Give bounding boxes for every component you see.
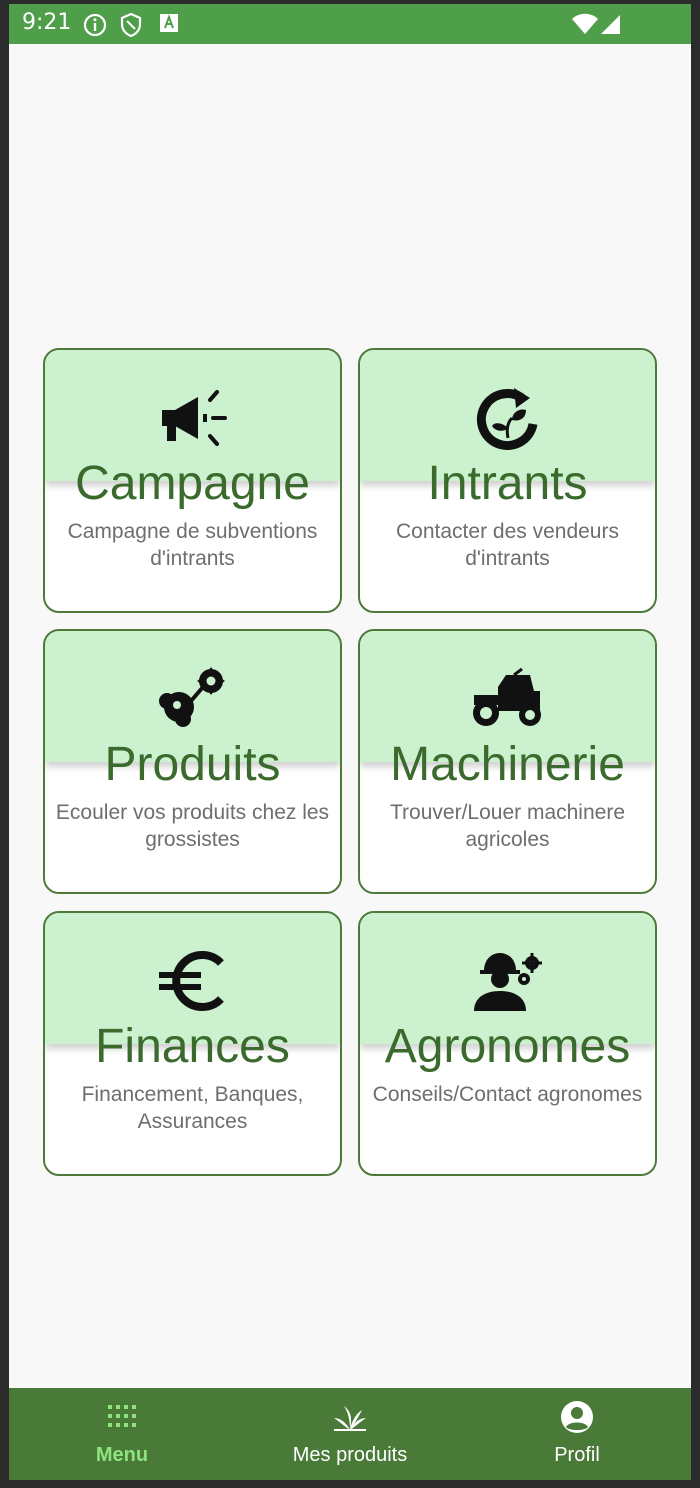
status-time: 9:21 <box>22 10 72 35</box>
card-campagne[interactable]: Campagne Campagne de subventions d'intra… <box>43 348 342 613</box>
card-title: Finances <box>95 1020 290 1073</box>
produce-icon <box>158 667 225 727</box>
card-title: Campagne <box>75 457 310 510</box>
nav-label: Menu <box>95 1444 149 1466</box>
grid-icon <box>108 1405 136 1427</box>
profile-icon <box>561 1401 593 1433</box>
card-machinerie[interactable]: Machinerie Trouver/Louer machinere agric… <box>358 629 657 894</box>
agronomist-icon <box>473 953 542 1011</box>
card-description: Conseils/Contact agronomes <box>372 1083 643 1106</box>
card-title: Agronomes <box>384 1020 631 1073</box>
status-bar: 9:21 <box>9 4 691 44</box>
euro-icon <box>158 951 224 1011</box>
font-a-icon <box>160 14 178 32</box>
card-title: Machinerie <box>390 738 625 791</box>
nav-label: Profil <box>554 1444 600 1466</box>
card-description: Campagne de subventions d'intrants <box>67 520 318 570</box>
info-icon <box>83 13 107 37</box>
card-title: Intrants <box>427 457 588 510</box>
recycle-plant-icon <box>476 388 537 450</box>
card-title: Produits <box>104 738 281 791</box>
bottom-navigation: Menu Mes produits Profil <box>9 1388 691 1480</box>
card-description: Trouver/Louer machinere agricoles <box>390 801 625 851</box>
card-description: Ecouler vos produits chez les grossistes <box>55 801 330 851</box>
tractor-icon <box>472 667 541 726</box>
signal-icon <box>601 15 620 34</box>
app-screen: 9:21 Campagne Campagne de subventions d'… <box>9 4 691 1480</box>
card-intrants[interactable]: Intrants Contacter des vendeurs d'intran… <box>358 348 657 613</box>
wifi-icon <box>572 13 598 34</box>
card-description: Financement, Banques, Assurances <box>81 1083 304 1133</box>
nav-label: Mes produits <box>292 1444 408 1466</box>
nav-item-mes-produits[interactable]: Mes produits <box>250 1388 450 1480</box>
nav-item-menu[interactable]: Menu <box>22 1388 222 1480</box>
nav-item-profil[interactable]: Profil <box>477 1388 677 1480</box>
megaphone-icon <box>161 390 227 446</box>
card-description: Contacter des vendeurs d'intrants <box>396 520 619 570</box>
card-produits[interactable]: Produits Ecouler vos produits chez les g… <box>43 629 342 894</box>
card-agronomes[interactable]: Agronomes Conseils/Contact agronomes <box>358 911 657 1176</box>
sprout-icon <box>334 1406 366 1431</box>
shield-icon <box>120 13 142 37</box>
card-finances[interactable]: Finances Financement, Banques, Assurance… <box>43 911 342 1176</box>
